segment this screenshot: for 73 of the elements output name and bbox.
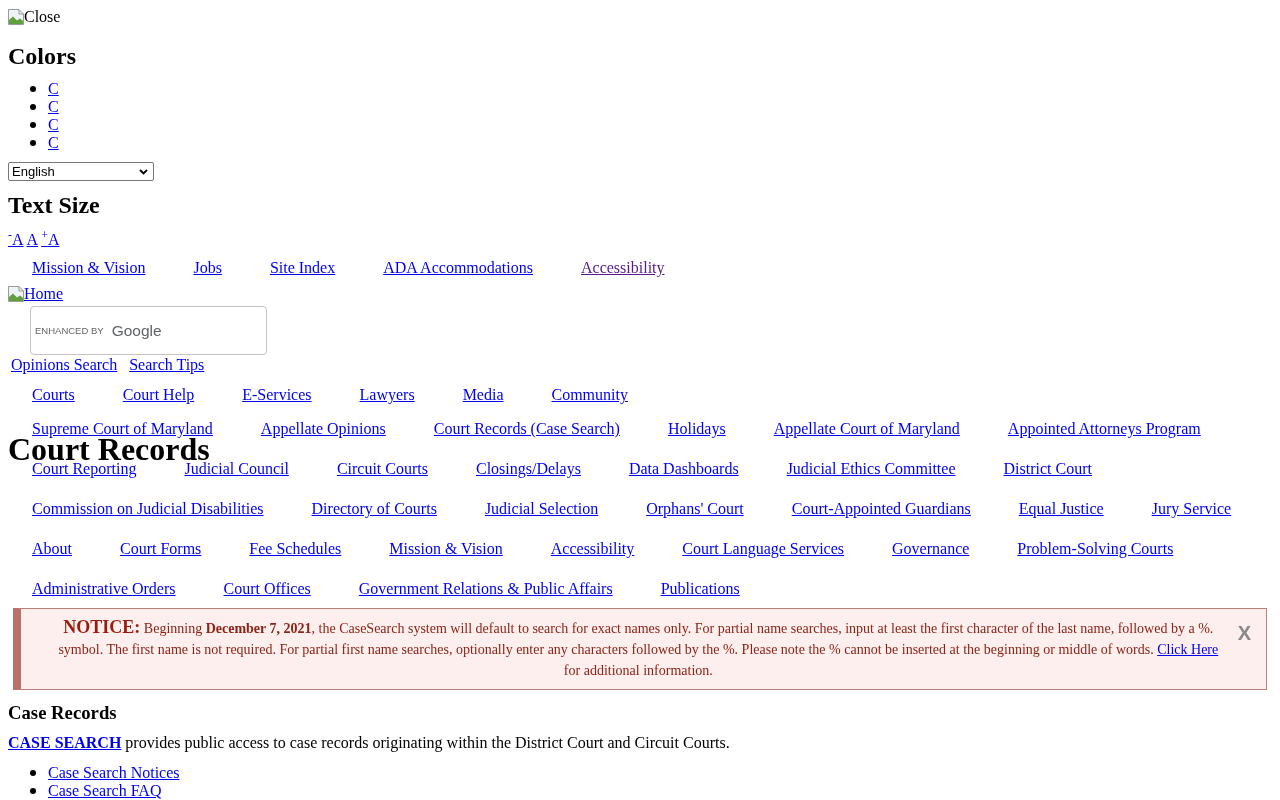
color-scheme-link[interactable]: C: [48, 98, 59, 116]
bullet-icon: [30, 104, 36, 110]
search-link[interactable]: Search Tips: [129, 356, 205, 374]
menu-link[interactable]: Publications: [660, 580, 740, 598]
color-scheme-link[interactable]: C: [48, 80, 59, 98]
notice-text: NOTICE: Beginning December 7, 2021, the CaseSearch system will default to search for exact names only. For partial name searches, input at least the first character of the last name, followed by a %. symbol. The first name is not required. For partial first name searches, optionally enter any characters followed by the %. Please note the % cannot be inserted at the beginning or middle of words. Click Here for additional information.: [57, 617, 1220, 680]
menu-link[interactable]: Court Forms: [120, 540, 202, 558]
menu-link[interactable]: Equal Justice: [1018, 500, 1104, 518]
utility-nav-link[interactable]: Mission & Vision: [32, 259, 146, 277]
menu-link[interactable]: Administrative Orders: [32, 580, 176, 598]
search-field[interactable]: ENHANCED BY Google: [30, 306, 267, 355]
menu-link[interactable]: Judicial Council: [184, 460, 289, 478]
text-size-link[interactable]: $^{+}$A: [41, 231, 60, 249]
menu-link[interactable]: Directory of Courts: [311, 500, 437, 518]
utility-nav-link[interactable]: Site Index: [269, 259, 336, 277]
case-search-resource-link[interactable]: Case Search FAQ: [48, 782, 162, 800]
menu-link[interactable]: Court Offices: [223, 580, 311, 598]
search-link[interactable]: Opinions Search: [11, 356, 118, 374]
bullet-icon: [30, 86, 36, 92]
bullet-icon: [30, 788, 36, 794]
color-scheme-link[interactable]: C: [48, 116, 59, 134]
case-search-resource-link[interactable]: Case Search Notices: [48, 764, 180, 782]
main-nav-link[interactable]: Court Help: [122, 386, 195, 404]
menu-link[interactable]: Accessibility: [550, 540, 635, 558]
section-heading: Case Records: [8, 702, 118, 724]
menu-link[interactable]: Orphans' Court: [646, 500, 744, 518]
bullet-icon: [30, 122, 36, 128]
menu-link[interactable]: Fee Schedules: [249, 540, 342, 558]
home-link[interactable]: Home: [8, 285, 64, 303]
menu-link[interactable]: Appointed Attorneys Program: [1007, 420, 1201, 438]
menu-link[interactable]: Judicial Ethics Committee: [786, 460, 956, 478]
menu-link[interactable]: Closings/Delays: [476, 460, 581, 478]
menu-link[interactable]: Government Relations & Public Affairs: [358, 580, 613, 598]
menu-link[interactable]: Jury Service: [1151, 500, 1232, 518]
menu-link[interactable]: Appellate Court of Maryland: [773, 420, 960, 438]
menu-link[interactable]: Court-Appointed Guardians: [791, 500, 971, 518]
menu-link[interactable]: District Court: [1003, 460, 1092, 478]
main-nav-link[interactable]: Community: [551, 386, 628, 404]
utility-nav-link[interactable]: Accessibility: [581, 259, 665, 277]
notice-link[interactable]: Click Here: [1157, 642, 1219, 657]
utility-nav-link[interactable]: ADA Accommodations: [383, 259, 533, 277]
broken-image-icon: [8, 9, 24, 25]
menu-link[interactable]: Mission & Vision: [389, 540, 503, 558]
menu-link[interactable]: Governance: [892, 540, 970, 558]
menu-link[interactable]: About: [32, 540, 72, 558]
chevron-down-icon: [139, 168, 148, 175]
color-scheme-link[interactable]: C: [48, 134, 59, 152]
menu-link[interactable]: Holidays: [667, 420, 726, 438]
menu-link[interactable]: Appellate Opinions: [260, 420, 386, 438]
broken-image-icon: [8, 286, 24, 302]
utility-nav-link[interactable]: Jobs: [193, 259, 222, 277]
text-size-link[interactable]: A: [26, 231, 39, 249]
close-button[interactable]: Close: [8, 8, 61, 26]
main-nav-link[interactable]: Media: [462, 386, 504, 404]
text-size-heading: Text Size: [8, 191, 101, 219]
menu-link[interactable]: Commission on Judicial Disabilities: [32, 500, 264, 518]
bullet-icon: [30, 770, 36, 776]
main-nav-link[interactable]: Lawyers: [359, 386, 415, 404]
main-nav-link[interactable]: E-Services: [242, 386, 312, 404]
menu-link[interactable]: Problem-Solving Courts: [1017, 540, 1174, 558]
main-nav-link[interactable]: Courts: [32, 386, 75, 404]
colors-heading: Colors: [8, 42, 77, 70]
menu-link[interactable]: Judicial Selection: [484, 500, 599, 518]
language-select[interactable]: English: [8, 162, 154, 181]
menu-link[interactable]: Court Records (Case Search): [433, 420, 620, 438]
bullet-icon: [30, 140, 36, 146]
menu-link[interactable]: Circuit Courts: [336, 460, 428, 478]
menu-link[interactable]: Data Dashboards: [628, 460, 739, 478]
text-size-link[interactable]: $^{-}$A: [8, 231, 24, 249]
menu-link[interactable]: Court Reporting: [32, 460, 137, 478]
menu-link[interactable]: Court Language Services: [682, 540, 845, 558]
case-search-link[interactable]: CASE SEARCH: [8, 734, 122, 751]
intro-text: CASE SEARCH provides public access to case records originating within the District Court and Circuit Courts.: [8, 734, 731, 752]
